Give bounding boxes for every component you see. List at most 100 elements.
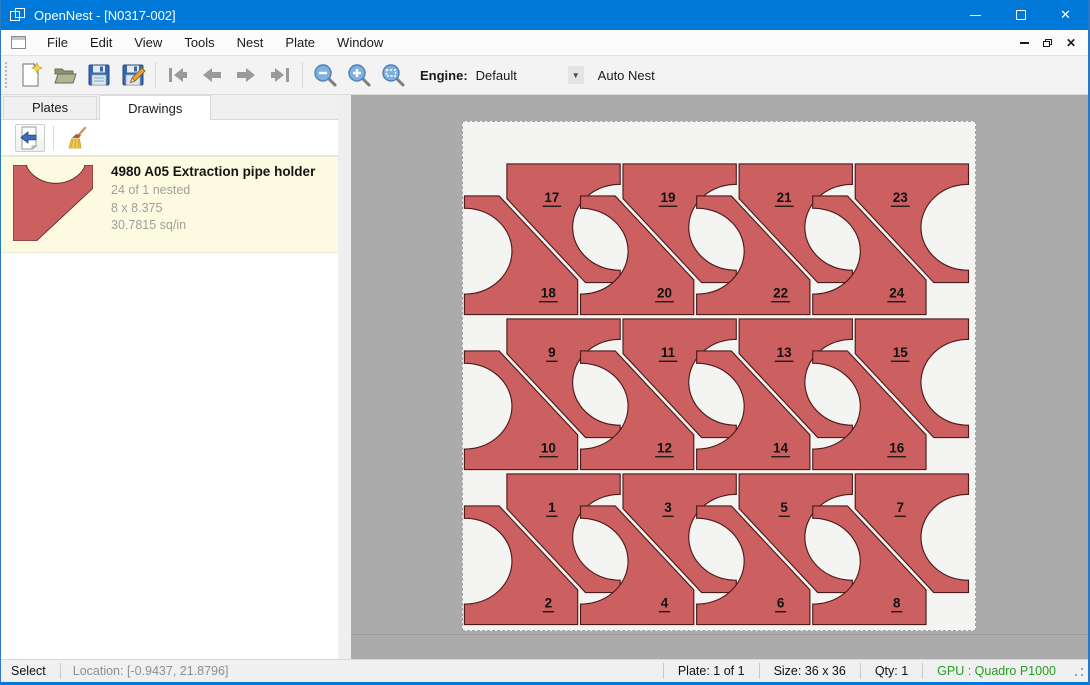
menu-file[interactable]: File [36, 30, 79, 56]
maximize-icon [1016, 10, 1026, 20]
menu-plate[interactable]: Plate [274, 30, 326, 56]
toolbar-grip[interactable] [5, 62, 8, 88]
import-drawing-button[interactable] [15, 124, 45, 152]
part-number-label: 23 [893, 190, 908, 205]
engine-select[interactable]: Default ▼ [474, 64, 584, 86]
part-number-label: 11 [661, 345, 676, 360]
part-number-label: 13 [777, 345, 792, 360]
engine-label: Engine: [420, 68, 468, 83]
zoom-out-button[interactable] [308, 60, 342, 90]
drawing-title: 4980 A05 Extraction pipe holder [111, 164, 315, 179]
title-bar: OpenNest - [N0317-002] ✕ [1, 0, 1088, 30]
menu-view[interactable]: View [123, 30, 173, 56]
menu-nest[interactable]: Nest [226, 30, 275, 56]
panel-splitter[interactable] [338, 95, 351, 659]
import-drawing-icon [18, 126, 42, 150]
next-plate-button[interactable] [229, 60, 263, 90]
plate[interactable]: 171819202122232491011121314151612345678 [462, 121, 976, 631]
part-number-label: 14 [773, 440, 788, 455]
close-icon: ✕ [1060, 7, 1071, 23]
panel-toolbar-separator [53, 126, 54, 150]
menu-bar: File Edit View Tools Nest Plate Window ✕ [1, 30, 1088, 56]
resize-grip-icon[interactable] [1072, 668, 1084, 680]
menu-tools[interactable]: Tools [173, 30, 225, 56]
chevron-down-icon[interactable]: ▼ [568, 66, 584, 84]
part-number-label: 19 [661, 190, 676, 205]
part-number-label: 9 [548, 345, 555, 360]
save-as-icon [120, 62, 146, 88]
app-icon [10, 8, 26, 22]
part-number-label: 21 [777, 190, 792, 205]
clear-drawings-button[interactable] [62, 124, 92, 152]
drawing-size: 8 x 8.375 [111, 200, 315, 218]
status-size: Size: 36 x 36 [760, 664, 860, 678]
part-number-label: 6 [777, 595, 784, 610]
first-plate-button[interactable] [161, 60, 195, 90]
document-icon[interactable] [11, 36, 26, 49]
menu-edit[interactable]: Edit [79, 30, 123, 56]
part-number-label: 3 [664, 500, 671, 515]
part-number-label: 22 [773, 285, 788, 300]
part-number-label: 20 [657, 285, 672, 300]
status-mode: Select [1, 664, 60, 678]
maximize-button[interactable] [998, 0, 1043, 30]
part-number-label: 24 [889, 285, 904, 300]
minimize-button[interactable] [953, 0, 998, 30]
drawing-nested-count: 24 of 1 nested [111, 182, 315, 200]
zoom-out-icon [312, 62, 338, 88]
part-number-label: 8 [893, 595, 901, 610]
part-number-label: 17 [544, 190, 559, 205]
previous-plate-button[interactable] [195, 60, 229, 90]
status-gpu: GPU : Quadro P1000 [923, 664, 1070, 678]
main-toolbar: Engine: Default ▼ Auto Nest [1, 56, 1088, 95]
toolbar-separator [302, 62, 303, 88]
save-as-button[interactable] [116, 60, 150, 90]
minimize-icon [970, 15, 981, 16]
save-button[interactable] [82, 60, 116, 90]
part-number-label: 18 [541, 285, 556, 300]
canvas-scrollbar-divider [351, 634, 1088, 635]
part-number-label: 16 [889, 440, 904, 455]
mdi-restore-icon[interactable] [1043, 39, 1052, 47]
mdi-close-icon[interactable]: ✕ [1066, 37, 1076, 49]
close-button[interactable]: ✕ [1043, 0, 1088, 30]
mdi-minimize-icon[interactable] [1020, 42, 1029, 44]
part-number-label: 1 [548, 500, 556, 515]
toolbar-separator [155, 62, 156, 88]
tab-plates[interactable]: Plates [3, 96, 97, 119]
status-plate: Plate: 1 of 1 [664, 664, 759, 678]
window-title: OpenNest - [N0317-002] [34, 8, 176, 23]
engine-value: Default [474, 68, 568, 83]
last-plate-button[interactable] [263, 60, 297, 90]
open-file-button[interactable] [48, 60, 82, 90]
new-file-button[interactable] [14, 60, 48, 90]
broom-icon [65, 126, 89, 150]
next-icon [233, 62, 259, 88]
part-number-label: 12 [657, 440, 672, 455]
left-panel: Plates Drawings [1, 95, 338, 659]
save-icon [86, 62, 112, 88]
zoom-in-button[interactable] [342, 60, 376, 90]
drawing-list-item[interactable]: 4980 A05 Extraction pipe holder 24 of 1 … [1, 156, 338, 253]
zoom-fit-button[interactable] [376, 60, 410, 90]
tab-drawings[interactable]: Drawings [99, 95, 211, 120]
previous-icon [199, 62, 225, 88]
part-number-label: 5 [780, 500, 788, 515]
status-bar: Select Location: [-0.9437, 21.8796] Plat… [1, 659, 1088, 682]
tab-strip: Plates Drawings [1, 95, 338, 120]
status-location: Location: [-0.9437, 21.8796] [61, 664, 241, 678]
part-number-label: 15 [893, 345, 908, 360]
part-number-label: 7 [897, 500, 904, 515]
app-window: OpenNest - [N0317-002] ✕ File Edit View … [0, 0, 1090, 685]
last-icon [267, 62, 293, 88]
first-icon [165, 62, 191, 88]
nest-canvas[interactable]: 171819202122232491011121314151612345678 [351, 95, 1088, 659]
drawing-area: 30.7815 sq/in [111, 217, 315, 235]
part-thumbnail [13, 162, 97, 244]
drawings-toolbar [1, 120, 338, 156]
zoom-in-icon [346, 62, 372, 88]
part-number-label: 4 [661, 595, 669, 610]
zoom-fit-icon [380, 62, 406, 88]
auto-nest-button[interactable]: Auto Nest [598, 68, 655, 83]
menu-window[interactable]: Window [326, 30, 394, 56]
